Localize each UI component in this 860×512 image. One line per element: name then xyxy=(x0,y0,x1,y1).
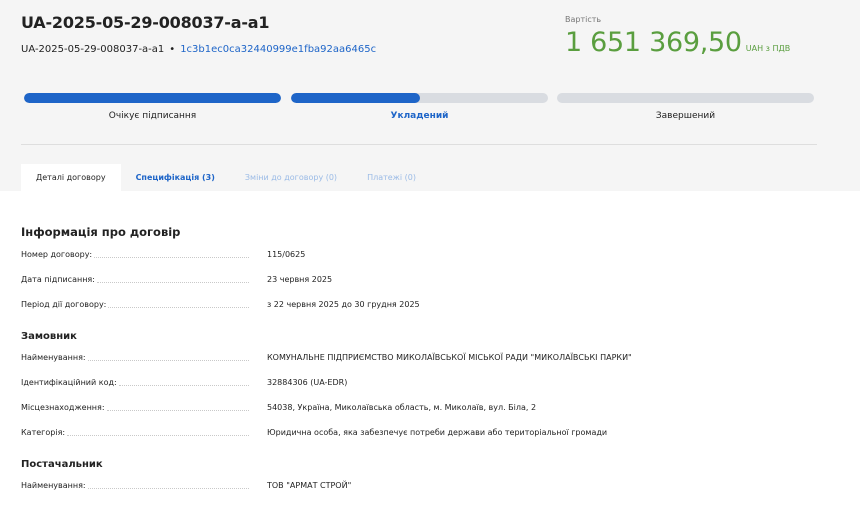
detail-label-text: Дата підписання: xyxy=(21,275,95,284)
dotted-leader xyxy=(106,405,249,411)
detail-row: Найменування: ТОВ "АРМАТ СТРОЙ" xyxy=(21,473,841,498)
detail-label: Найменування: xyxy=(21,353,257,362)
contract-info-list: Номер договору: 115/0625 Дата підписання… xyxy=(21,242,841,317)
dotted-leader xyxy=(94,252,249,258)
progress-bar-completed xyxy=(557,93,814,103)
detail-label-text: Номер договору: xyxy=(21,250,93,259)
detail-label-text: Ідентифікаційний код: xyxy=(21,378,117,387)
contract-tabs: Деталі договору Специфікація (3) Зміни д… xyxy=(21,164,431,191)
dotted-leader xyxy=(96,277,249,283)
status-step-completed: Завершений xyxy=(655,111,716,121)
detail-row: Ідентифікаційний код: 32884306 (UA-EDR) xyxy=(21,370,841,395)
detail-value: з 22 червня 2025 до 30 грудня 2025 xyxy=(267,300,420,309)
detail-value: 54038, Україна, Миколаївська область, м.… xyxy=(267,403,537,412)
detail-value: 32884306 (UA-EDR) xyxy=(267,378,348,387)
dotted-leader xyxy=(67,430,249,436)
detail-label: Період дії договору: xyxy=(21,300,257,309)
dotted-leader xyxy=(108,302,249,308)
detail-label-text: Найменування: xyxy=(21,353,86,362)
status-step-concluded: Укладений xyxy=(390,111,449,121)
detail-row: Номер договору: 115/0625 xyxy=(21,242,841,267)
page-title: UA-2025-05-29-008037-a-a1 xyxy=(21,13,270,32)
price-currency: UAH з ПДВ xyxy=(745,44,791,53)
contract-hash-link[interactable]: 1c3b1ec0ca32440999e1fba92aa6465c xyxy=(180,44,376,55)
detail-label-text: Найменування: xyxy=(21,481,86,490)
section-title-supplier: Постачальник xyxy=(21,459,103,470)
detail-label: Найменування: xyxy=(21,481,257,490)
detail-label: Ідентифікаційний код: xyxy=(21,378,257,387)
progress-bar-awaiting xyxy=(24,93,281,103)
section-title-customer: Замовник xyxy=(21,331,77,342)
detail-value: 23 червня 2025 xyxy=(267,275,333,284)
tab-contract-details[interactable]: Деталі договору xyxy=(21,164,121,191)
supplier-info-list: Найменування: ТОВ "АРМАТ СТРОЙ" xyxy=(21,473,841,498)
detail-label-text: Місцезнаходження: xyxy=(21,403,105,412)
dotted-leader xyxy=(118,380,249,386)
detail-value: Юридична особа, яка забезпечує потреби д… xyxy=(267,428,608,437)
tab-payments[interactable]: Платежі (0) xyxy=(352,164,431,191)
dotted-leader xyxy=(87,355,249,361)
dotted-leader xyxy=(87,483,249,489)
detail-label-text: Категорія: xyxy=(21,428,66,437)
detail-label: Категорія: xyxy=(21,428,257,437)
detail-row: Дата підписання: 23 червня 2025 xyxy=(21,267,841,292)
status-step-awaiting: Очікує підписання xyxy=(108,111,197,121)
detail-value: 115/0625 xyxy=(267,250,306,259)
section-title-contract-info: Інформація про договір xyxy=(21,225,181,239)
tab-contract-changes[interactable]: Зміни до договору (0) xyxy=(230,164,352,191)
price-amount: 1 651 369,50 xyxy=(565,27,742,58)
detail-label: Дата підписання: xyxy=(21,275,257,284)
tab-specification[interactable]: Специфікація (3) xyxy=(121,164,230,191)
contract-details: Інформація про договір Номер договору: 1… xyxy=(21,225,841,498)
progress-fill xyxy=(291,93,420,103)
detail-label: Місцезнаходження: xyxy=(21,403,257,412)
progress-fill xyxy=(24,93,281,103)
detail-value: ТОВ "АРМАТ СТРОЙ" xyxy=(267,481,352,490)
contract-id-line: UA-2025-05-29-008037-a-a1 • 1c3b1ec0ca3244… xyxy=(21,44,376,55)
detail-value: КОМУНАЛЬНЕ ПІДПРИЄМСТВО МИКОЛАЇВСЬКОЇ МІ… xyxy=(267,353,632,362)
contract-id: UA-2025-05-29-008037-a-a1 xyxy=(21,44,165,55)
detail-row: Категорія: Юридична особа, яка забезпечу… xyxy=(21,420,841,445)
separator-dot: • xyxy=(169,44,176,55)
detail-label: Номер договору: xyxy=(21,250,257,259)
customer-info-list: Найменування: КОМУНАЛЬНЕ ПІДПРИЄМСТВО МИ… xyxy=(21,345,841,445)
header-divider xyxy=(21,144,817,145)
progress-bar-concluded xyxy=(291,93,548,103)
detail-label-text: Період дії договору: xyxy=(21,300,107,309)
detail-row: Найменування: КОМУНАЛЬНЕ ПІДПРИЄМСТВО МИ… xyxy=(21,345,841,370)
detail-row: Місцезнаходження: 54038, Україна, Микола… xyxy=(21,395,841,420)
detail-row: Період дії договору: з 22 червня 2025 до… xyxy=(21,292,841,317)
price-block: 1 651 369,50 UAH з ПДВ xyxy=(565,27,790,58)
price-label: Вартість xyxy=(565,15,602,24)
